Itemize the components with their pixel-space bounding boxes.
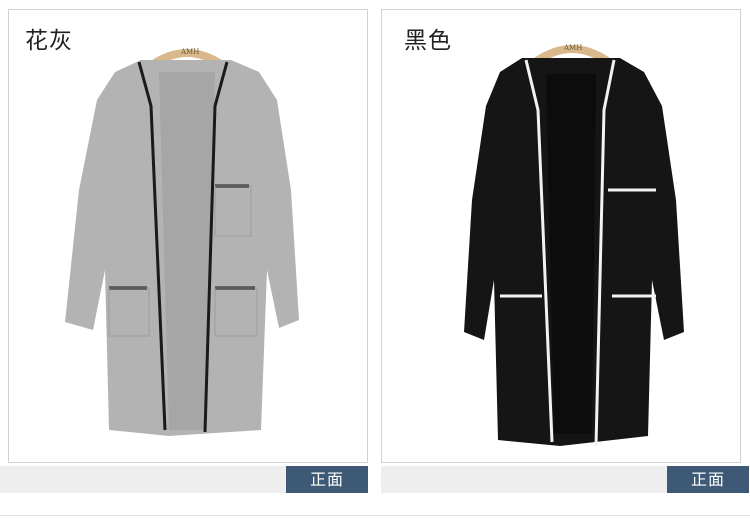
product-panel-grey: AMH 花灰 xyxy=(8,9,368,463)
divider xyxy=(0,515,750,516)
black-cardigan-image: AMH xyxy=(464,44,684,447)
caption-bar-right xyxy=(381,466,667,493)
product-panel-black: AMH 黑色 xyxy=(381,9,741,463)
caption-bar-left xyxy=(0,466,286,493)
grey-cardigan-image: AMH xyxy=(65,48,299,436)
front-view-button[interactable]: 正面 xyxy=(667,466,749,493)
hanger-brand: AMH xyxy=(180,48,199,56)
color-label: 花灰 xyxy=(25,28,73,54)
hanger-brand: AMH xyxy=(563,44,582,52)
color-label: 黑色 xyxy=(404,28,452,54)
front-view-button[interactable]: 正面 xyxy=(286,466,368,493)
